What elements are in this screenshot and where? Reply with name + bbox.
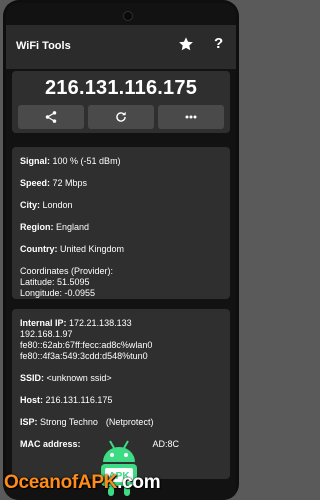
internal-ip-line: fe80::4f3a:549:3cdd:d548%tun0 [20, 351, 148, 361]
camera-cutout [123, 11, 133, 21]
longitude-value: Longitude: -0.0955 [20, 288, 96, 298]
ssid-row: SSID: <unknown ssid> [20, 373, 112, 383]
speed-row: Speed: 72 Mbps [20, 178, 88, 188]
share-icon [45, 111, 57, 123]
coordinates-label: Coordinates (Provider): [20, 266, 114, 276]
country-row: Country: United Kingdom [20, 244, 125, 254]
refresh-icon [116, 111, 126, 122]
city-row: City: London [20, 200, 73, 210]
host-row: Host: 216.131.116.175 [20, 395, 113, 405]
signal-row: Signal: 100 % (-51 dBm) [20, 156, 121, 166]
isp-row: ISP: Strong Techno (Netprotect) [20, 417, 154, 427]
public-ip-card: 216.131.116.175 [12, 71, 230, 133]
more-button[interactable] [158, 105, 224, 129]
public-ip-address: 216.131.116.175 [44, 77, 198, 99]
help-icon[interactable]: ? [214, 35, 223, 52]
more-icon [185, 115, 197, 119]
share-button[interactable] [18, 105, 84, 129]
latitude-value: Latitude: 51.5095 [20, 277, 90, 287]
app-toolbar: WiFi Tools ? [6, 25, 236, 69]
app-screen: WiFi Tools ? 216.131.116.175 Signal: 100… [6, 3, 236, 500]
internal-ip-row: Internal IP: 172.21.138.133 [20, 318, 132, 328]
refresh-button[interactable] [88, 105, 154, 129]
wifi-info-card: Signal: 100 % (-51 dBm) Speed: 72 Mbps C… [12, 147, 230, 299]
internal-ip-line: 192.168.1.97 [20, 329, 73, 339]
star-icon[interactable] [178, 36, 194, 57]
region-row: Region: England [20, 222, 90, 232]
app-title: WiFi Tools [16, 40, 71, 52]
device-frame: WiFi Tools ? 216.131.116.175 Signal: 100… [3, 0, 239, 500]
watermark-text: OceanofAPK.com [4, 472, 161, 493]
internal-ip-line: fe80::62ab:67ff:fecc:ad8c%wlan0 [20, 340, 153, 350]
watermark: APK OceanofAPK.com [0, 438, 242, 500]
